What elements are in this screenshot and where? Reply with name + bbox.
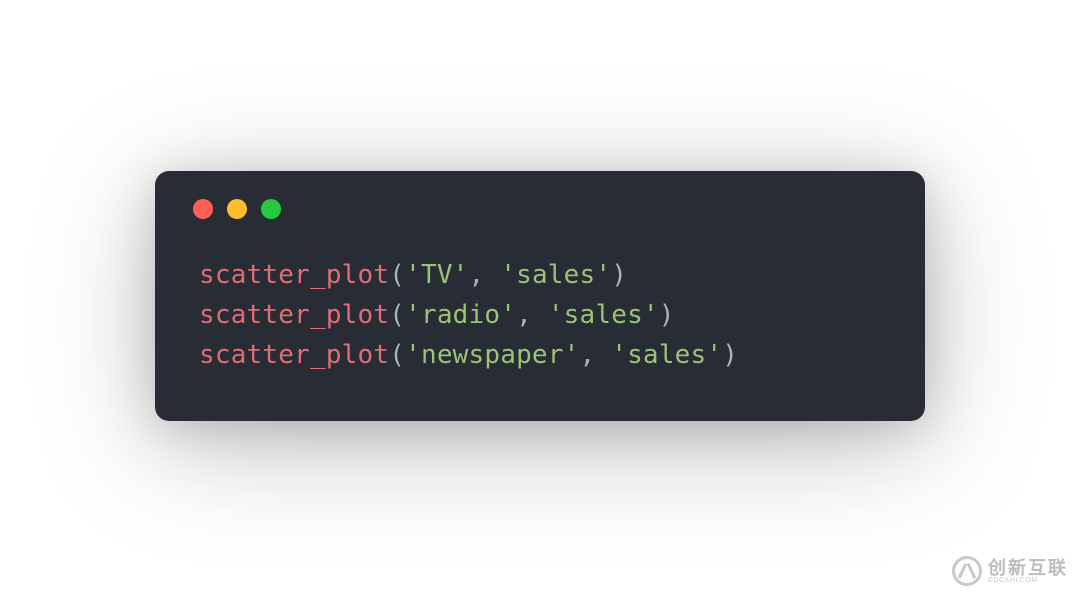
window-traffic-lights [193, 199, 881, 219]
function-name: scatter_plot [199, 300, 389, 330]
close-icon[interactable] [193, 199, 213, 219]
minimize-icon[interactable] [227, 199, 247, 219]
close-paren: ) [659, 300, 675, 330]
string-arg: 'radio' [405, 300, 516, 330]
function-name: scatter_plot [199, 340, 389, 370]
string-arg: 'newspaper' [405, 340, 579, 370]
close-paren: ) [722, 340, 738, 370]
open-paren: ( [389, 340, 405, 370]
comma: , [580, 340, 612, 370]
comma: , [469, 260, 501, 290]
watermark-sub: CDCXHLCOM [988, 577, 1068, 584]
watermark-text: 创新互联 CDCXHLCOM [988, 559, 1068, 584]
watermark: 创新互联 CDCXHLCOM [952, 556, 1068, 586]
string-arg: 'sales' [500, 260, 611, 290]
watermark-logo-icon [952, 556, 982, 586]
string-arg: 'sales' [611, 340, 722, 370]
close-paren: ) [611, 260, 627, 290]
open-paren: ( [389, 300, 405, 330]
function-name: scatter_plot [199, 260, 389, 290]
watermark-main: 创新互联 [988, 559, 1068, 577]
string-arg: 'TV' [405, 260, 468, 290]
code-block: scatter_plot('TV', 'sales') scatter_plot… [199, 255, 881, 376]
open-paren: ( [389, 260, 405, 290]
code-window: scatter_plot('TV', 'sales') scatter_plot… [155, 171, 925, 422]
code-window-shadow: scatter_plot('TV', 'sales') scatter_plot… [155, 171, 925, 422]
comma: , [516, 300, 548, 330]
string-arg: 'sales' [548, 300, 659, 330]
zoom-icon[interactable] [261, 199, 281, 219]
